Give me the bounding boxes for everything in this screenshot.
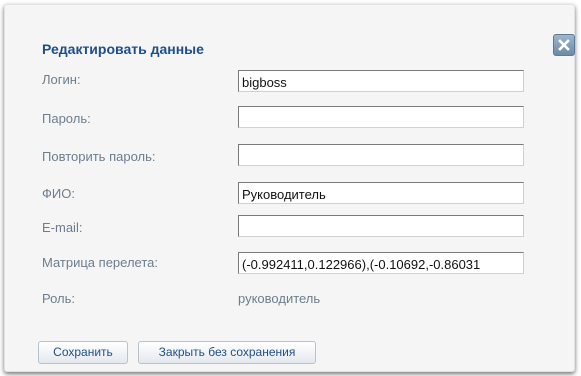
flight-matrix-label: Матрица перелета: [42,255,158,270]
email-input[interactable] [238,215,524,237]
role-label: Роль: [42,291,76,306]
password-repeat-label: Повторить пароль: [42,149,156,164]
flight-matrix-input[interactable] [238,252,524,274]
edit-data-dialog: Редактировать данные Логин: Пароль: Повт… [4,4,575,372]
login-input[interactable] [238,70,524,92]
fio-label: ФИО: [42,186,75,201]
login-label: Логин: [42,72,81,87]
close-icon [558,39,570,51]
close-without-save-button[interactable]: Закрыть без сохранения [138,341,316,364]
dialog-title: Редактировать данные [42,41,204,57]
role-value: руководитель [238,291,321,306]
email-label: E-mail: [42,220,83,235]
password-label: Пароль: [42,111,91,126]
close-button[interactable] [553,34,575,56]
fio-input[interactable] [238,182,524,204]
password-repeat-input[interactable] [238,144,524,166]
save-button[interactable]: Сохранить [38,341,128,364]
password-input[interactable] [238,106,524,128]
